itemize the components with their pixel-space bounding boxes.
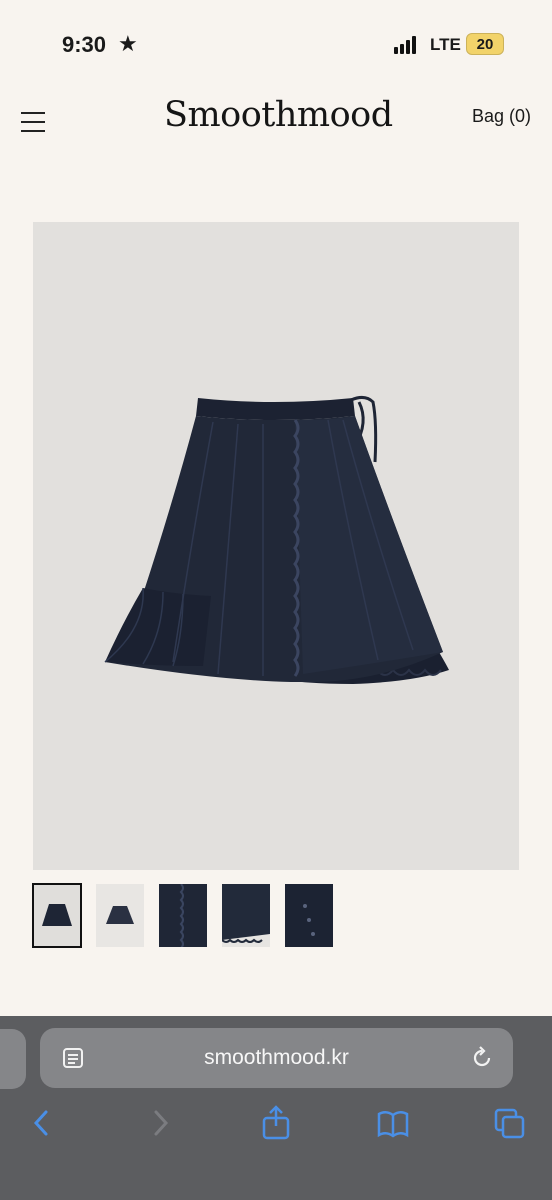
share-icon[interactable] <box>259 1104 293 1142</box>
hamburger-menu-icon[interactable] <box>21 112 45 132</box>
previous-tab-peek[interactable] <box>0 1029 26 1089</box>
status-bar: 9:30 ★ LTE 20 <box>0 0 552 90</box>
thumbnail-2-skirt-image <box>106 906 134 924</box>
reload-icon[interactable] <box>469 1045 495 1071</box>
bookmarks-icon[interactable] <box>376 1104 410 1142</box>
thumbnail-3-ruffle-detail-image <box>179 883 184 949</box>
thumbnail-5-button-detail-image <box>303 904 315 936</box>
forward-icon[interactable] <box>144 1104 178 1142</box>
battery-level: 20 <box>476 35 494 53</box>
skirt-illustration <box>104 395 449 684</box>
site-logo[interactable]: Smoothmood <box>164 95 393 145</box>
focus-star-icon: ★ <box>118 31 138 56</box>
tabs-icon[interactable] <box>493 1104 527 1142</box>
network-type: LTE <box>430 35 461 54</box>
thumbnail-1-skirt-image <box>42 904 72 926</box>
thumbnail-2[interactable] <box>96 884 144 947</box>
thumbnail-3[interactable] <box>159 883 207 949</box>
product-main-image[interactable] <box>33 222 519 870</box>
cellular-signal-icon <box>394 36 420 54</box>
address-bar[interactable]: smoothmood.kr <box>40 1028 513 1088</box>
thumbnail-5[interactable] <box>285 884 333 947</box>
thumbnail-4-hem-detail-image <box>221 884 270 943</box>
url-text: smoothmood.kr <box>204 1046 349 1069</box>
thumbnail-4[interactable] <box>221 884 270 947</box>
bag-link[interactable]: Bag (0) <box>472 106 531 127</box>
thumbnail-1[interactable] <box>32 883 82 948</box>
battery-icon: 20 <box>466 33 504 55</box>
status-time: 9:30 <box>62 32 107 57</box>
back-icon[interactable] <box>24 1104 58 1142</box>
